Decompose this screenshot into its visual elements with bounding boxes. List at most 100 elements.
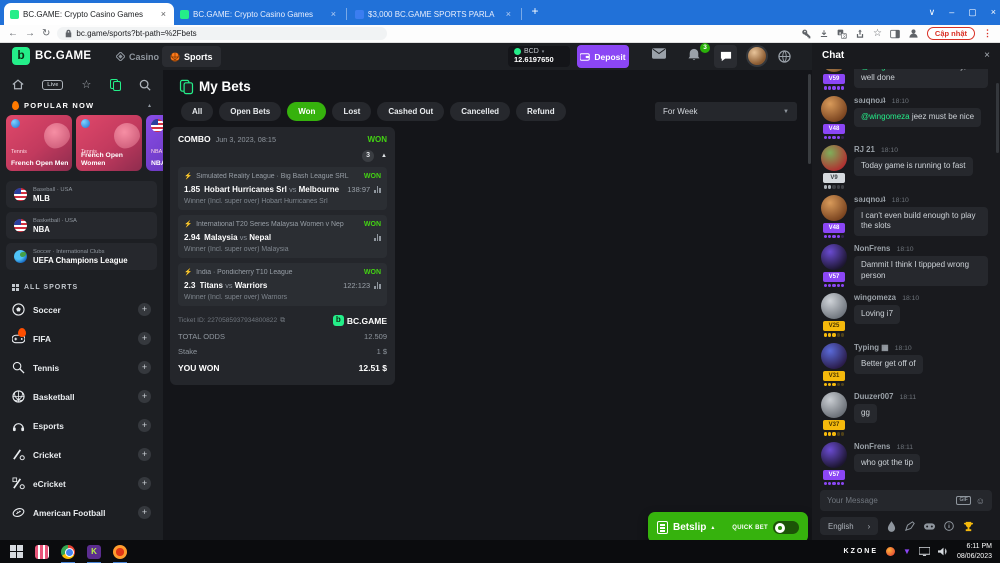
sidebar-item-american-football[interactable]: American Football+ xyxy=(0,498,163,527)
sidebar-item-cricket[interactable]: Cricket+ xyxy=(0,440,163,469)
add-sport-icon[interactable]: + xyxy=(138,332,151,345)
home-icon[interactable] xyxy=(12,79,24,90)
popular-now-header[interactable]: POPULAR NOW ▴ xyxy=(0,97,163,115)
tray-download-icon[interactable]: ▼ xyxy=(903,547,911,556)
maximize-button[interactable]: ▢ xyxy=(968,0,977,24)
avatar[interactable] xyxy=(821,195,847,221)
avatar[interactable] xyxy=(821,145,847,171)
translate-icon[interactable]: a文 xyxy=(837,29,847,39)
browser-tab[interactable]: $3,000 BC.GAME SPORTS PARLA× xyxy=(349,3,519,25)
brand-logo[interactable]: b BC.GAME xyxy=(12,47,91,65)
tab-close-icon[interactable]: × xyxy=(504,9,513,19)
add-sport-icon[interactable]: + xyxy=(138,419,151,432)
filter-won[interactable]: Won xyxy=(287,102,326,121)
mail-icon[interactable] xyxy=(652,48,666,59)
start-button[interactable] xyxy=(8,544,24,560)
add-sport-icon[interactable]: + xyxy=(138,448,151,461)
wallet-balance[interactable]: BCD ▾ 12.6197650 xyxy=(508,46,570,67)
copy-icon[interactable]: ⧉ xyxy=(280,317,285,325)
add-sport-icon[interactable]: + xyxy=(138,477,151,490)
sidebar-item-soccer[interactable]: Soccer+ xyxy=(0,295,163,324)
sidebar-item-fifa[interactable]: FIFA+ xyxy=(0,324,163,353)
avatar[interactable] xyxy=(821,96,847,122)
period-select[interactable]: For Week ▼ xyxy=(655,102,797,121)
featured-league-item[interactable]: Soccer · International ClubsUEFA Champio… xyxy=(6,243,157,270)
profile-icon[interactable] xyxy=(908,28,919,39)
avatar[interactable] xyxy=(821,293,847,319)
chat-toggle[interactable] xyxy=(714,45,737,68)
promo-card[interactable]: NBANBA xyxy=(146,115,163,171)
main-scrollbar[interactable] xyxy=(808,74,811,164)
sidebar-item-ecricket[interactable]: eCricket+ xyxy=(0,469,163,498)
add-sport-icon[interactable]: + xyxy=(138,361,151,374)
side-panel-icon[interactable] xyxy=(890,29,900,39)
betslip-button[interactable]: Betslip ▴ QUICK BET xyxy=(648,512,808,543)
stats-icon[interactable] xyxy=(374,234,381,241)
bet-selection[interactable]: ⚡International T20 Series Malaysia Women… xyxy=(178,215,387,258)
taskbar-chrome-icon[interactable] xyxy=(60,544,76,560)
add-sport-icon[interactable]: + xyxy=(138,506,151,519)
controller-icon[interactable] xyxy=(924,522,935,531)
filter-open-bets[interactable]: Open Bets xyxy=(219,102,281,121)
language-select[interactable]: English › xyxy=(820,517,878,535)
update-button[interactable]: Cập nhật xyxy=(927,27,975,40)
volume-icon[interactable] xyxy=(938,547,949,556)
forward-icon[interactable]: → xyxy=(25,26,35,42)
nav-sports[interactable]: Sports xyxy=(162,46,221,67)
my-bets-icon[interactable] xyxy=(110,79,121,91)
rain-icon[interactable] xyxy=(887,521,896,532)
info-icon[interactable] xyxy=(944,521,954,531)
gif-icon[interactable]: GIF xyxy=(956,496,970,505)
live-icon[interactable]: Live xyxy=(42,80,63,90)
bet-selection[interactable]: ⚡Simulated Reality League · Big Bash Lea… xyxy=(178,167,387,210)
new-tab-button[interactable]: + xyxy=(527,4,543,20)
taskbar-clock[interactable]: 6:11 PM 08/06/2023 xyxy=(957,542,992,561)
sidebar-item-esports[interactable]: Esports+ xyxy=(0,411,163,440)
tab-close-icon[interactable]: × xyxy=(329,9,338,19)
search-icon[interactable] xyxy=(139,79,151,91)
avatar[interactable] xyxy=(821,343,847,369)
address-bar[interactable]: bc.game/sports?bt-path=%2Fbets xyxy=(57,27,387,40)
featured-league-item[interactable]: Baseball · USAMLB xyxy=(6,181,157,208)
avatar[interactable] xyxy=(821,244,847,270)
bet-selection[interactable]: ⚡India · Pondicherry T10 LeagueWON2.3Tit… xyxy=(178,263,387,306)
user-avatar[interactable] xyxy=(746,45,768,67)
stats-icon[interactable] xyxy=(374,186,381,193)
trophy-icon[interactable] xyxy=(963,521,974,532)
key-icon[interactable] xyxy=(801,29,811,39)
globe-icon[interactable] xyxy=(778,50,791,63)
tab-close-icon[interactable]: × xyxy=(159,9,168,19)
bookmark-star-icon[interactable]: ☆ xyxy=(873,28,882,39)
bet-card[interactable]: COMBO Jun 3, 2023, 08:15 WON 3 ▲ ⚡Simula… xyxy=(170,127,395,385)
filter-lost[interactable]: Lost xyxy=(332,102,371,121)
bet-fold-row[interactable]: 3 ▲ xyxy=(178,150,387,162)
chat-scrollbar[interactable] xyxy=(996,83,999,153)
chat-close-icon[interactable]: × xyxy=(984,50,990,61)
share-icon[interactable] xyxy=(855,29,865,39)
deposit-button[interactable]: Deposit xyxy=(577,45,629,68)
titlebar-chevron-icon[interactable]: ∨ xyxy=(929,0,936,24)
emoji-icon[interactable]: ☺ xyxy=(976,496,985,506)
quick-bet-toggle[interactable] xyxy=(773,521,799,534)
nav-casino[interactable]: Casino xyxy=(108,46,167,67)
refresh-icon[interactable]: ↻ xyxy=(42,26,50,42)
promo-card[interactable]: TennisFrench Open Men xyxy=(6,115,72,171)
back-icon[interactable]: ← xyxy=(8,26,18,42)
favorites-star-icon[interactable]: ☆ xyxy=(82,78,92,91)
promo-card[interactable]: TennisFrench Open Women xyxy=(76,115,142,171)
chat-input[interactable]: Your Message GIF ☺ xyxy=(820,490,992,511)
taskbar-orange-app-icon[interactable] xyxy=(112,544,128,560)
sidebar-item-basketball[interactable]: Basketball+ xyxy=(0,382,163,411)
display-icon[interactable] xyxy=(919,547,930,556)
filter-all[interactable]: All xyxy=(181,102,213,121)
sidebar-item-tennis[interactable]: Tennis+ xyxy=(0,353,163,382)
close-button[interactable]: × xyxy=(991,0,996,24)
add-sport-icon[interactable]: + xyxy=(138,390,151,403)
minimize-button[interactable]: – xyxy=(949,0,954,24)
filter-cashed-out[interactable]: Cashed Out xyxy=(377,102,444,121)
filter-refund[interactable]: Refund xyxy=(516,102,566,121)
stats-icon[interactable] xyxy=(374,282,381,289)
browser-menu-icon[interactable]: ⋮ xyxy=(983,28,992,39)
featured-league-item[interactable]: Basketball · USANBA xyxy=(6,212,157,239)
bell-icon[interactable] xyxy=(688,48,700,61)
